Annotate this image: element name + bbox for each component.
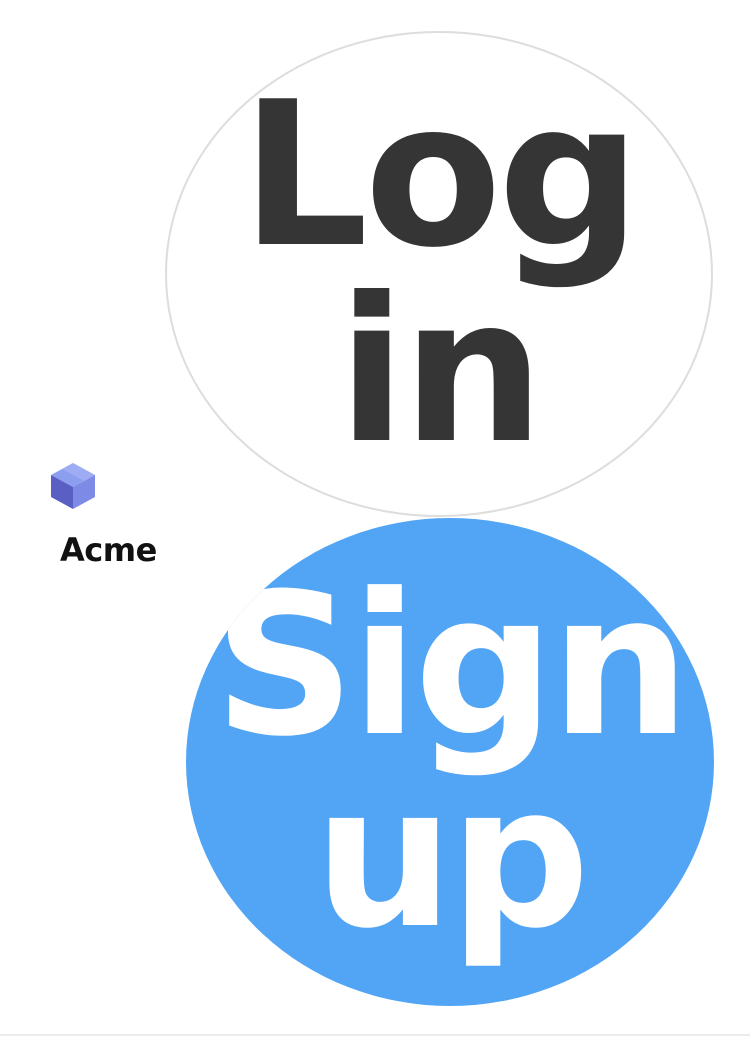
cube-icon xyxy=(50,462,96,510)
login-button[interactable]: Log in xyxy=(165,31,713,517)
login-label-line-2: in xyxy=(337,255,545,488)
brand-name: Acme xyxy=(60,531,157,569)
page: Log in Sign up Acme xyxy=(0,0,750,1038)
bottom-divider xyxy=(0,1034,750,1036)
signup-button[interactable]: Sign up xyxy=(186,518,714,1006)
login-label-line-1: Log xyxy=(240,59,641,292)
signup-label-line-1: Sign xyxy=(213,551,690,780)
signup-label-line-2: up xyxy=(314,744,590,972)
